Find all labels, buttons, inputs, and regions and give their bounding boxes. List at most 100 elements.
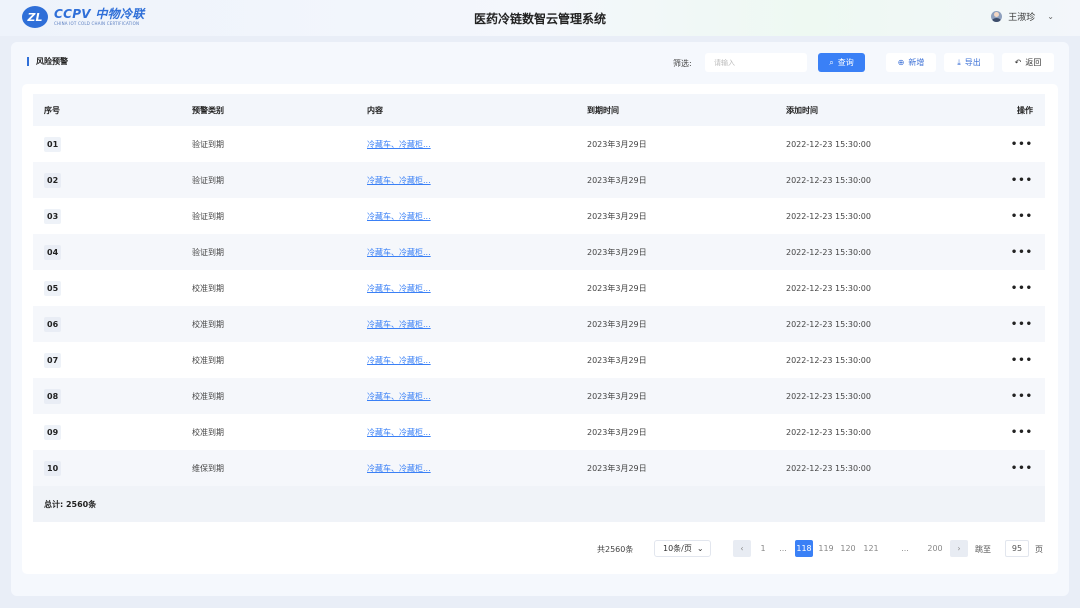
cell-expire: 2023年3月29日: [587, 234, 786, 270]
col-header-content: 内容: [367, 94, 587, 126]
export-button[interactable]: ⤓ 导出: [944, 53, 994, 72]
cell-added: 2022-12-23 15:30:00: [786, 283, 871, 293]
more-icon[interactable]: •••: [1011, 355, 1033, 366]
col-header-no: 序号: [33, 94, 192, 126]
table-row: 10 维保到期 冷藏车、冷藏柜... 2023年3月29日 2022-12-23…: [33, 450, 1045, 486]
page-ellipsis[interactable]: ...: [774, 540, 792, 557]
add-button[interactable]: ⊕ 新增: [886, 53, 936, 72]
table-card: 序号 预警类别 内容 到期时间 添加时间 操作 01 验证到期 冷藏车、冷藏柜.…: [22, 84, 1058, 574]
query-button[interactable]: ⌕ 查询: [818, 53, 865, 72]
table-header: 序号 预警类别 内容 到期时间 添加时间 操作: [33, 94, 1045, 126]
cell-added: 2022-12-23 15:30:00: [786, 378, 966, 414]
content-link[interactable]: 冷藏车、冷藏柜...: [367, 320, 431, 329]
jump-label: 跳至: [975, 545, 991, 554]
row-index: 06: [44, 316, 62, 332]
cell-category: 校准到期: [192, 427, 224, 437]
more-icon[interactable]: •••: [1011, 175, 1033, 186]
content-link[interactable]: 冷藏车、冷藏柜...: [367, 176, 431, 185]
cell-added: 2022-12-23 15:30:00: [786, 427, 871, 437]
total-row: 总计: 2560条: [33, 486, 1045, 522]
table-row: 05 校准到期 冷藏车、冷藏柜... 2023年3月29日 2022-12-23…: [33, 270, 1045, 306]
page-button[interactable]: 121: [862, 540, 880, 557]
page-button[interactable]: 200: [926, 540, 944, 557]
cell-expire: 2023年3月29日: [587, 306, 786, 342]
page-button[interactable]: 119: [817, 540, 835, 557]
back-button[interactable]: ↶ 返回: [1002, 53, 1054, 72]
more-icon[interactable]: •••: [1011, 139, 1033, 150]
content-link[interactable]: 冷藏车、冷藏柜...: [367, 392, 431, 401]
pagination: 共2560条 10条/页 ⌄ ‹ 1 ... 118 119 120 121 .…: [11, 540, 1069, 558]
cell-expire: 2023年3月29日: [587, 283, 647, 293]
cell-category: 校准到期: [192, 355, 224, 365]
content-link[interactable]: 冷藏车、冷藏柜...: [367, 428, 431, 437]
query-label: 查询: [837, 58, 854, 67]
page-button-current[interactable]: 118: [795, 540, 813, 557]
col-header-added: 添加时间: [786, 94, 966, 126]
page-size-value: 10条/页: [663, 544, 692, 553]
cell-category: 维保到期: [192, 450, 367, 486]
plus-circle-icon: ⊕: [897, 57, 905, 67]
more-icon[interactable]: •••: [1011, 283, 1033, 294]
content-link[interactable]: 冷藏车、冷藏柜...: [367, 248, 431, 257]
chevron-down-icon: ⌄: [696, 544, 704, 553]
page-button[interactable]: 1: [754, 540, 772, 557]
row-index: 09: [44, 424, 62, 440]
content-link[interactable]: 冷藏车、冷藏柜...: [367, 140, 431, 149]
chevron-down-icon: ⌄: [1047, 12, 1054, 21]
content-link[interactable]: 冷藏车、冷藏柜...: [367, 356, 431, 365]
content-link[interactable]: 冷藏车、冷藏柜...: [367, 284, 431, 293]
cell-category: 验证到期: [192, 162, 367, 198]
section-title: 风险预警: [27, 57, 68, 66]
table-row: 02 验证到期 冷藏车、冷藏柜... 2023年3月29日 2022-12-23…: [33, 162, 1045, 198]
user-menu[interactable]: 王淑珍 ⌄: [991, 10, 1054, 23]
content-link[interactable]: 冷藏车、冷藏柜...: [367, 464, 431, 473]
page-button[interactable]: 120: [839, 540, 857, 557]
total-label: 总计: 2560条: [33, 486, 1045, 522]
more-icon[interactable]: •••: [1011, 391, 1033, 402]
jump-suffix: 页: [1035, 545, 1043, 554]
export-label: 导出: [964, 58, 981, 67]
row-index: 03: [44, 208, 62, 224]
row-index: 02: [44, 172, 62, 188]
table-row: 03 验证到期 冷藏车、冷藏柜... 2023年3月29日 2022-12-23…: [33, 198, 1045, 234]
table-row: 01 验证到期 冷藏车、冷藏柜... 2023年3月29日 2022-12-23…: [33, 126, 1045, 162]
search-icon: ⌕: [829, 57, 834, 67]
prev-page-button[interactable]: ‹: [733, 540, 751, 557]
cell-added: 2022-12-23 15:30:00: [786, 306, 966, 342]
pagination-total: 共2560条: [597, 545, 634, 554]
search-input[interactable]: [705, 53, 807, 72]
risk-warning-table: 序号 预警类别 内容 到期时间 添加时间 操作 01 验证到期 冷藏车、冷藏柜.…: [33, 94, 1045, 522]
row-index: 04: [44, 244, 62, 260]
row-index: 07: [44, 352, 62, 368]
avatar: [991, 11, 1003, 22]
page-ellipsis[interactable]: ...: [896, 540, 914, 557]
more-icon[interactable]: •••: [1011, 211, 1033, 222]
cell-expire: 2023年3月29日: [587, 211, 647, 221]
cell-added: 2022-12-23 15:30:00: [786, 162, 966, 198]
download-icon: ⤓: [957, 57, 961, 67]
undo-icon: ↶: [1014, 57, 1022, 67]
row-index: 05: [44, 280, 62, 296]
main-panel: 风险预警 筛选: ⌕ 查询 ⊕ 新增 ⤓ 导出 ↶ 返回 序号 预警类别 内容 …: [11, 42, 1069, 596]
table-row: 06 校准到期 冷藏车、冷藏柜... 2023年3月29日 2022-12-23…: [33, 306, 1045, 342]
content-link[interactable]: 冷藏车、冷藏柜...: [367, 212, 431, 221]
cell-added: 2022-12-23 15:30:00: [786, 139, 871, 149]
app-title: 医药冷链数智云管理系统: [473, 12, 606, 26]
jump-page-input[interactable]: 95: [1005, 540, 1029, 557]
col-header-category: 预警类别: [192, 94, 367, 126]
more-icon[interactable]: •••: [1011, 427, 1033, 438]
col-header-action: 操作: [966, 94, 1045, 126]
row-index: 01: [44, 136, 62, 152]
back-label: 返回: [1025, 58, 1042, 67]
more-icon[interactable]: •••: [1011, 319, 1033, 330]
page-size-select[interactable]: 10条/页 ⌄: [654, 540, 711, 557]
cell-added: 2022-12-23 15:30:00: [786, 355, 871, 365]
col-header-expire: 到期时间: [587, 94, 786, 126]
cell-expire: 2023年3月29日: [587, 355, 647, 365]
cell-category: 验证到期: [192, 139, 224, 149]
table-row: 04 验证到期 冷藏车、冷藏柜... 2023年3月29日 2022-12-23…: [33, 234, 1045, 270]
next-page-button[interactable]: ›: [950, 540, 968, 557]
more-icon[interactable]: •••: [1011, 463, 1033, 474]
add-label: 新增: [908, 58, 925, 67]
more-icon[interactable]: •••: [1011, 247, 1033, 258]
